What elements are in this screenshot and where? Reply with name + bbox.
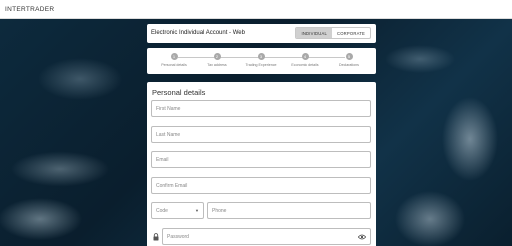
account-type-toggle: INDIVIDUAL CORPORATE <box>295 27 371 39</box>
step-label: Economic details <box>291 63 319 67</box>
confirm-email-placeholder: Confirm Email <box>156 183 188 189</box>
step-number: 5 <box>345 53 353 60</box>
individual-button[interactable]: INDIVIDUAL <box>296 28 332 38</box>
last-name-placeholder: Last Name <box>156 132 181 138</box>
account-type-card: Electronic Individual Account - Web INDI… <box>147 24 376 43</box>
first-name-field[interactable]: First Name <box>151 100 371 117</box>
eye-icon[interactable] <box>357 234 367 242</box>
corporate-button[interactable]: CORPORATE <box>332 28 370 38</box>
email-field[interactable]: Email <box>151 151 371 168</box>
confirm-email-field[interactable]: Confirm Email <box>151 177 371 194</box>
email-placeholder: Email <box>156 157 169 163</box>
password-field[interactable]: Password <box>162 228 371 245</box>
password-placeholder: Password <box>167 234 189 240</box>
chevron-down-icon: ▼ <box>195 208 199 213</box>
step-label: Tax address <box>207 63 227 67</box>
step-number: 2 <box>213 53 221 60</box>
section-title: Personal details <box>152 88 206 97</box>
account-title: Electronic Individual Account - Web <box>151 30 245 36</box>
step-trading-experience: 3 Trading Experience <box>239 53 283 67</box>
phone-placeholder: Phone <box>212 208 227 214</box>
step-declarations: 5 Declarations <box>327 53 371 67</box>
step-tax-address: 2 Tax address <box>195 53 239 67</box>
step-label: Declarations <box>339 63 359 67</box>
step-number: 4 <box>301 53 309 60</box>
step-economic-details: 4 Economic details <box>283 53 327 67</box>
intertrader-logo[interactable]: INTERTRADER <box>5 6 54 13</box>
step-personal-details: 1 Personal details <box>152 53 196 67</box>
top-bar: INTERTRADER <box>0 0 512 19</box>
progress-stepper: 1 Personal details 2 Tax address 3 Tradi… <box>147 48 376 74</box>
step-label: Trading Experience <box>245 63 277 67</box>
phone-field[interactable]: Phone <box>207 202 371 219</box>
last-name-field[interactable]: Last Name <box>151 126 371 143</box>
step-number: 1 <box>170 53 178 60</box>
step-number: 3 <box>257 53 265 60</box>
lock-icon <box>153 233 159 241</box>
step-label: Personal details <box>161 63 187 67</box>
country-code-select[interactable]: Code ▼ <box>151 202 204 219</box>
code-placeholder: Code <box>156 208 168 214</box>
first-name-placeholder: First Name <box>156 106 181 112</box>
personal-details-form: Personal details First Name Last Name Em… <box>147 82 376 246</box>
